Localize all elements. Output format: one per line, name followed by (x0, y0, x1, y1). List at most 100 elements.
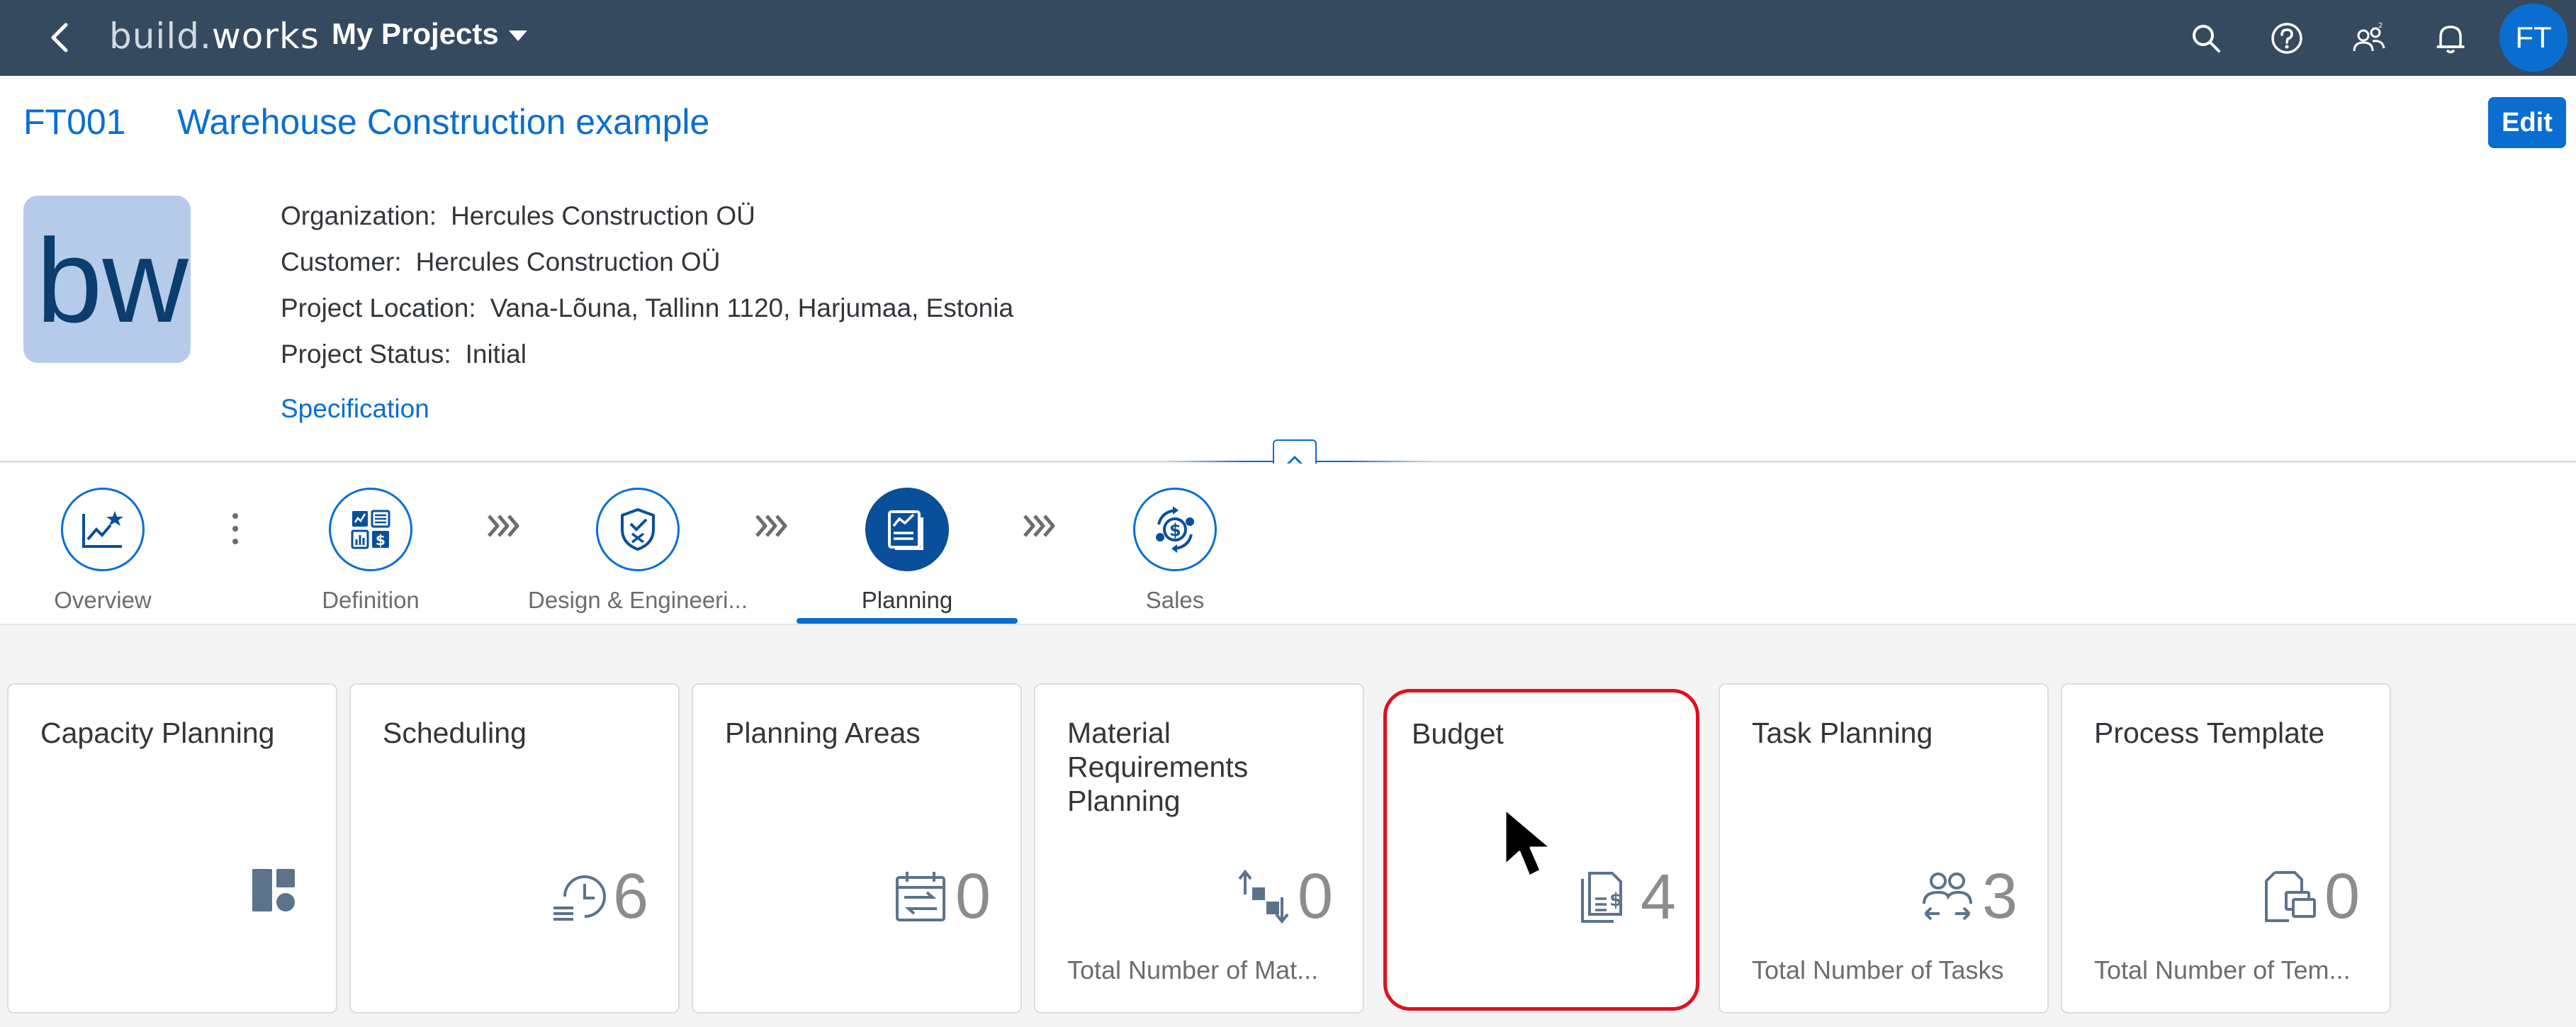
anchor-definition[interactable]: $ Definition (294, 488, 447, 614)
attribute-value: Hercules Construction OÜ (451, 201, 755, 230)
tile-footer: Total Number of Tem... (2094, 955, 2351, 984)
attribute-location: Project Location: Vana-Lõuna, Tallinn 112… (281, 285, 1013, 331)
tile-title: Process Template (2094, 717, 2325, 749)
tile-kpi: 0 (1235, 865, 1333, 928)
people-icon: 2 (2353, 22, 2385, 52)
tile-process-template[interactable]: Process Template 0 Total Number of Tem..… (2061, 683, 2391, 1014)
anchor-circle: $ (1133, 488, 1217, 571)
chevron-left-icon (51, 23, 68, 52)
anchor-bar: Overview $ Definition Design & Engineeri… (0, 464, 2576, 625)
anchor-circle (596, 488, 680, 571)
search-button[interactable] (2186, 18, 2226, 58)
more-vertical-icon[interactable] (228, 507, 242, 550)
svg-text:2: 2 (2378, 22, 2383, 30)
shield-icon (621, 508, 655, 551)
chevron-down-icon (508, 30, 527, 41)
tile-kpi: 0 (893, 865, 991, 928)
tile-value: 0 (2324, 861, 2360, 932)
tile-footer: Total Number of Tasks (1752, 955, 2004, 984)
anchor-label: Planning (861, 587, 953, 613)
step-separator-icon (488, 515, 519, 537)
logo-text: bw (36, 214, 189, 347)
tile-planning-areas[interactable]: Planning Areas 0 (692, 683, 1022, 1014)
shell-bar: build.works My Projects 2 FT (0, 0, 2576, 76)
tile-kpi: $ 4 (1577, 865, 1676, 929)
edit-button[interactable]: Edit (2488, 97, 2566, 148)
svg-text:$: $ (1169, 520, 1181, 540)
tile-value: 0 (955, 861, 991, 932)
logo-part-build: build. (109, 16, 212, 57)
project-title: Warehouse Construction example (177, 102, 710, 142)
tile-kpi: 6 (549, 865, 648, 928)
help-icon (2271, 23, 2302, 54)
chart-star-icon (82, 511, 123, 548)
anchor-label: Sales (1145, 587, 1205, 613)
step-separator-icon (1023, 515, 1055, 537)
help-button[interactable] (2267, 18, 2307, 58)
logo-part-works: works (211, 16, 320, 57)
attribute-label: Customer: (281, 247, 402, 276)
tile-title: Capacity Planning (40, 717, 275, 749)
project-id: FT001 (23, 102, 126, 142)
object-header: FT001 Warehouse Construction example Edi… (0, 76, 2576, 482)
tile-title: Task Planning (1752, 717, 1933, 749)
tile-scheduling[interactable]: Scheduling 6 (349, 683, 680, 1014)
attribute-label: Organization: (281, 201, 437, 230)
anchor-circle (865, 488, 949, 571)
budget-doc-icon: $ (1580, 872, 1622, 923)
anchor-label: Design & Engineeri... (528, 587, 748, 613)
bell-icon (2436, 26, 2465, 54)
arrows-boxes-icon (1238, 869, 1289, 924)
dashboard-icon (252, 869, 295, 911)
app-title-menu[interactable]: My Projects (332, 17, 527, 51)
tile-value: 3 (1981, 861, 2018, 932)
anchor-design-engineering[interactable]: Design & Engineeri... (528, 488, 748, 614)
tile-kpi (248, 865, 306, 916)
tile-kpi: 3 (1918, 865, 2018, 928)
user-avatar[interactable]: FT (2499, 4, 2567, 72)
tile-task-planning[interactable]: Task Planning 3 Total Number of Tasks (1719, 683, 2049, 1014)
attribute-label: Project Status: (281, 339, 451, 369)
planning-icon (888, 510, 923, 550)
specification-link[interactable]: Specification (281, 394, 429, 424)
attribute-value: Vana-Lõuna, Tallinn 1120, Harjumaa, Esto… (490, 293, 1014, 322)
anchor-planning[interactable]: Planning (831, 488, 984, 614)
tile-title: Material Requirements Planning (1067, 717, 1249, 817)
attribute-list: Organization: Hercules Construction OÜ Cu… (281, 193, 1013, 377)
active-anchor-indicator (797, 618, 1018, 624)
attribute-status: Project Status: Initial (281, 331, 1013, 377)
tile-material-requirements-planning[interactable]: Material Requirements Planning 0 Total N… (1034, 683, 1364, 1014)
app-title: My Projects (332, 17, 499, 50)
attribute-value: Initial (465, 339, 527, 369)
tile-capacity-planning[interactable]: Capacity Planning (7, 683, 337, 1014)
anchor-circle: $ (329, 488, 412, 571)
attribute-customer: Customer: Hercules Construction OÜ (281, 239, 1013, 285)
mouse-cursor-icon (1504, 808, 1552, 877)
anchor-sales[interactable]: $ Sales (1098, 488, 1252, 614)
tile-title: Scheduling (383, 717, 527, 749)
attribute-value: Hercules Construction OÜ (415, 247, 721, 276)
anchor-label: Overview (54, 587, 152, 613)
team-button[interactable]: 2 (2349, 18, 2389, 58)
app-logo[interactable]: build.works (109, 16, 320, 57)
step-separator-icon (755, 515, 787, 537)
back-button[interactable] (41, 18, 78, 57)
tile-kpi: 0 (2261, 865, 2360, 928)
tile-title: Budget (1412, 717, 1504, 750)
attribute-label: Project Location: (281, 293, 476, 322)
tile-footer: Total Number of Mat... (1067, 955, 1319, 984)
svg-text:$: $ (376, 532, 386, 549)
tile-title: Planning Areas (725, 717, 921, 749)
money-cycle-icon: $ (1156, 506, 1194, 553)
notifications-button[interactable] (2431, 18, 2470, 58)
attribute-organization: Organization: Hercules Construction OÜ (281, 193, 1013, 239)
anchor-overview[interactable]: Overview (26, 488, 179, 614)
calendar-arrows-icon (895, 872, 945, 921)
search-icon (2193, 25, 2220, 52)
anchor-label: Definition (322, 587, 420, 613)
definition-icon: $ (351, 510, 390, 549)
anchor-circle (61, 488, 145, 571)
tile-value: 6 (612, 861, 648, 932)
project-logo: bw (23, 196, 191, 363)
tile-value: 4 (1640, 862, 1676, 933)
